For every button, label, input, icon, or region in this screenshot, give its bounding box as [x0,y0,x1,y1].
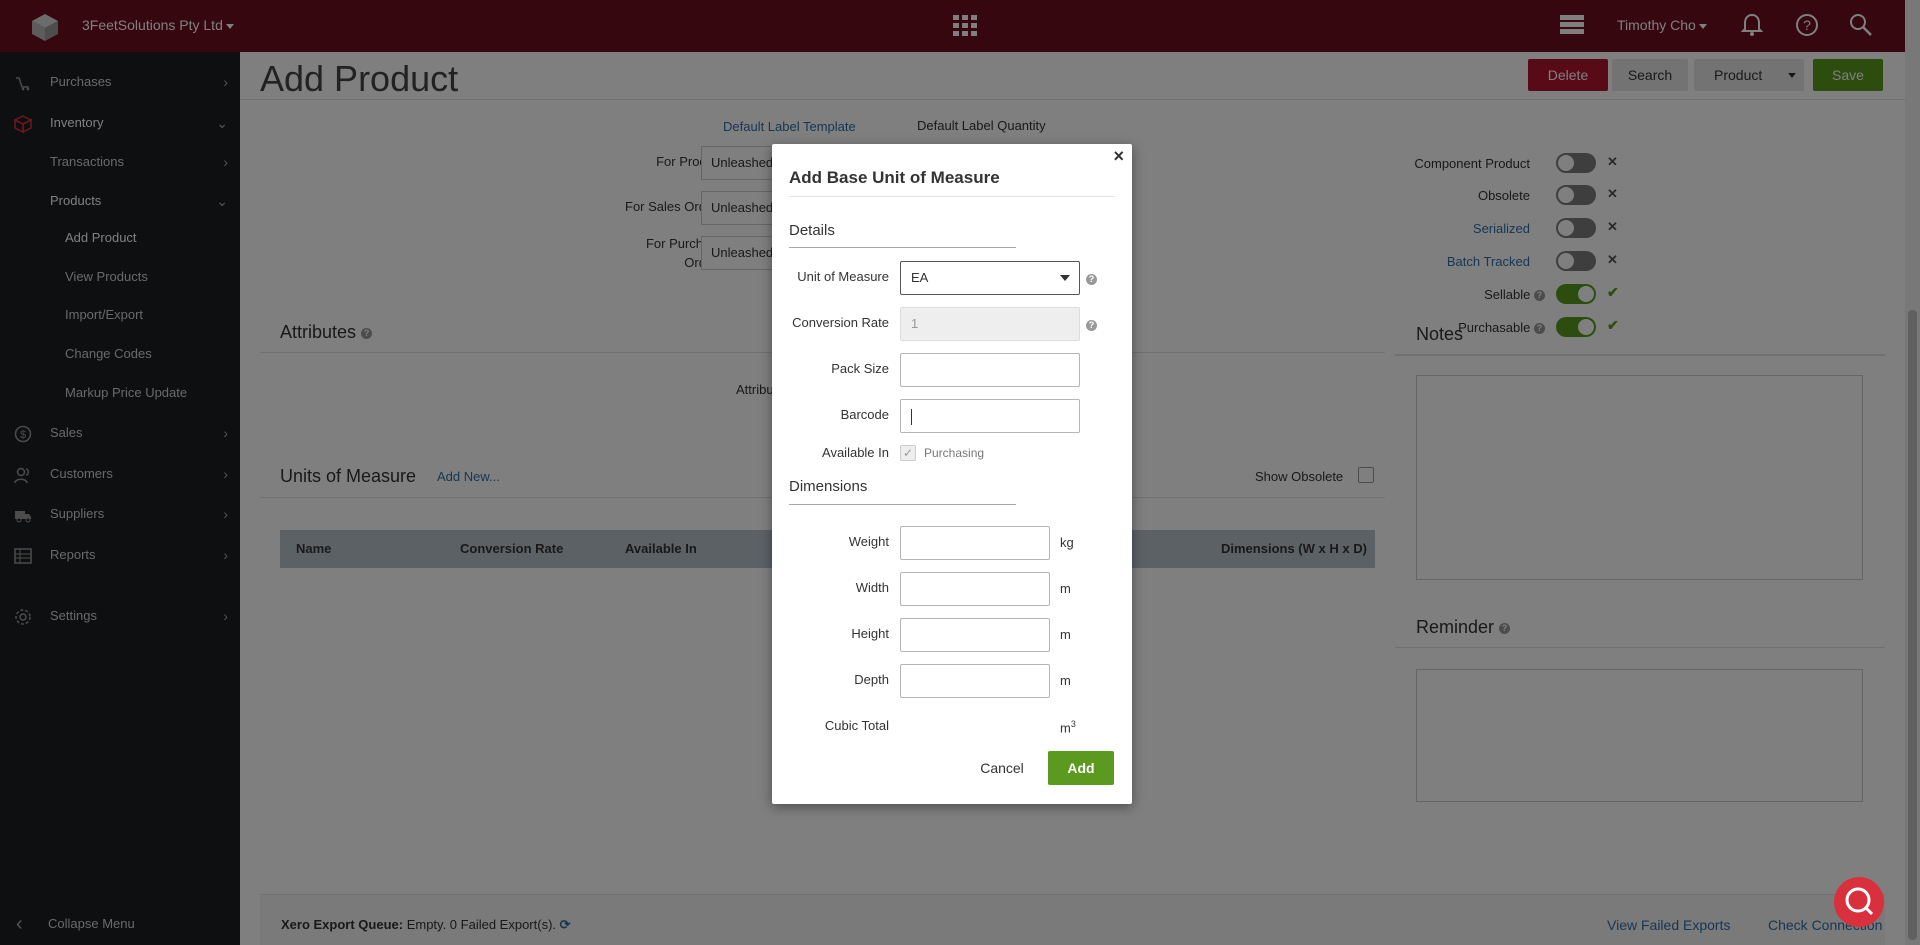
depth-label: Depth [854,672,889,687]
details-section-title: Details [789,222,835,239]
help-icon[interactable]: ? [1086,274,1097,285]
width-unit: m [1060,581,1071,596]
available-in-label: Available In [822,445,889,460]
close-icon[interactable]: × [1113,146,1124,167]
pack-size-label: Pack Size [831,361,889,376]
conversion-rate-value: 1 [911,316,919,331]
divider [789,247,1016,248]
divider [789,504,1016,505]
chevron-down-icon [1060,275,1070,281]
unit-of-measure-select[interactable]: EA [900,261,1080,295]
chat-search-icon [1845,887,1874,916]
barcode-label: Barcode [840,407,889,422]
unit-of-measure-label: Unit of Measure [797,269,889,284]
weight-unit: kg [1060,535,1074,550]
height-unit: m [1060,627,1071,642]
unit-of-measure-value: EA [911,270,929,285]
depth-unit: m [1060,673,1071,688]
height-input[interactable] [900,618,1050,652]
divider [789,196,1115,197]
add-button[interactable]: Add [1048,751,1114,785]
purchasing-checkbox: ✓ [900,445,916,461]
weight-label: Weight [848,534,889,549]
cubic-total-label: Cubic Total [824,718,889,733]
add-base-uom-modal: × Add Base Unit of Measure Details Unit … [772,144,1132,804]
help-icon[interactable]: ? [1086,320,1097,331]
width-label: Width [855,580,889,595]
cubic-unit-base: m [1060,720,1071,736]
cubic-unit-exponent: 3 [1070,719,1076,729]
modal-title: Add Base Unit of Measure [789,168,1000,187]
dimensions-section-title: Dimensions [789,478,868,495]
height-label: Height [851,626,889,641]
depth-input[interactable] [900,664,1050,698]
purchasing-label: Purchasing [924,446,985,460]
pack-size-input[interactable] [900,353,1080,387]
conversion-rate-input: 1 [900,307,1080,341]
cubic-total-unit: m3 [1060,719,1076,735]
conversion-rate-label: Conversion Rate [792,315,889,330]
weight-input[interactable] [900,526,1050,560]
chat-support-button[interactable] [1834,877,1884,927]
text-cursor [911,408,912,425]
barcode-input[interactable] [900,399,1080,433]
cancel-button[interactable]: Cancel [972,751,1032,785]
width-input[interactable] [900,572,1050,606]
